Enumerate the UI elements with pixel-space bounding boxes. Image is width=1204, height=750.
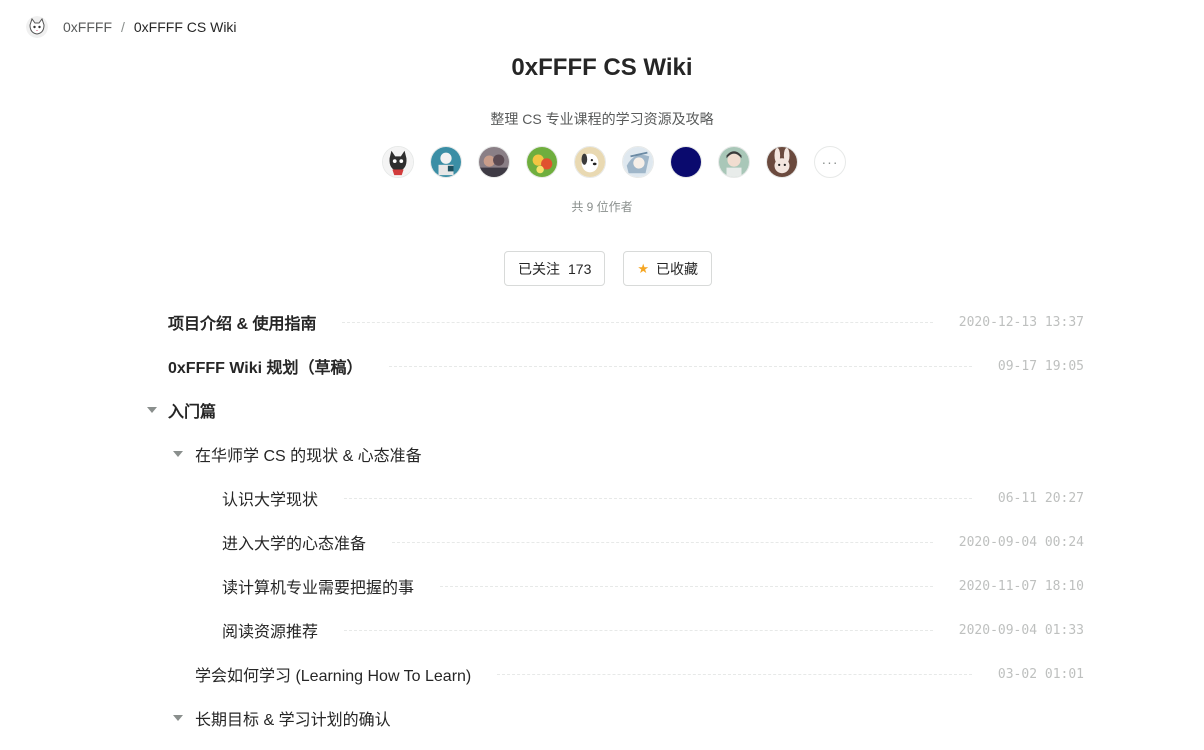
breadcrumb-separator: / (121, 19, 125, 35)
site-logo-icon[interactable] (26, 16, 48, 38)
toc-item[interactable]: 项目介绍 & 使用指南 2020-12-13 13:37 (140, 300, 1084, 344)
toc-list: 项目介绍 & 使用指南 2020-12-13 13:37 0xFFFF Wiki… (140, 300, 1084, 740)
toc-item-title: 学会如何学习 (Learning How To Learn) (195, 668, 472, 685)
toc-item-title: 读计算机专业需要把握的事 (222, 580, 415, 597)
caret-down-icon[interactable] (147, 407, 157, 413)
toc-item-date: 09-17 19:05 (997, 358, 1084, 374)
author-avatar-cat[interactable] (382, 146, 414, 178)
author-count: 共 9 位作者 (571, 200, 633, 214)
toc-group-title: 长期目标 & 学习计划的确认 (195, 712, 391, 729)
author-avatar-navy[interactable] (670, 146, 702, 178)
toc-item[interactable]: 读计算机专业需要把握的事 2020-11-07 18:10 (140, 564, 1084, 608)
toc-item-title: 0xFFFF Wiki 规划（草稿） (168, 360, 363, 377)
author-list: ··· (382, 146, 846, 178)
author-avatar-photo[interactable] (478, 146, 510, 178)
caret-down-icon[interactable] (173, 451, 183, 457)
author-avatar-dog[interactable] (574, 146, 606, 178)
toc-item[interactable]: 认识大学现状 06-11 20:27 (140, 476, 1084, 520)
toc-leader (497, 673, 972, 675)
toc-item[interactable]: 阅读资源推荐 2020-09-04 01:33 (140, 608, 1084, 652)
toc-item-date: 03-02 01:01 (997, 666, 1084, 682)
collect-label: 已收藏 (656, 260, 699, 277)
toc-item[interactable]: 0xFFFF Wiki 规划（草稿） 09-17 19:05 (140, 344, 1084, 388)
toc-leader (342, 321, 933, 323)
author-avatar-anime[interactable] (622, 146, 654, 178)
toc-group[interactable]: 在华师学 CS 的现状 & 心态准备 (140, 432, 1084, 476)
toc-group-title: 入门篇 (168, 404, 217, 421)
toc-group[interactable]: 入门篇 (140, 388, 1084, 432)
toc-group[interactable]: 长期目标 & 学习计划的确认 (140, 696, 1084, 740)
toc-leader (344, 497, 972, 499)
toc-item-title: 项目介绍 & 使用指南 (168, 316, 317, 333)
caret-down-icon[interactable] (173, 715, 183, 721)
toc-item-date: 2020-11-07 18:10 (958, 578, 1084, 594)
action-bar: 已关注 173 ★ 已收藏 (504, 251, 730, 286)
follow-button[interactable]: 已关注 173 (504, 251, 606, 286)
toc-leader (440, 585, 933, 587)
toc-item[interactable]: 学会如何学习 (Learning How To Learn) 03-02 01:… (140, 652, 1084, 696)
author-avatar-green[interactable] (718, 146, 750, 178)
page-subtitle: 整理 CS 专业课程的学习资源及攻略 (490, 111, 714, 127)
toc-leader (388, 365, 972, 367)
toc-item[interactable]: 进入大学的心态准备 2020-09-04 00:24 (140, 520, 1084, 564)
breadcrumb: 0xFFFF / 0xFFFF CS Wiki (26, 14, 237, 40)
star-icon: ★ (637, 260, 650, 276)
toc-item-title: 认识大学现状 (222, 492, 319, 509)
toc-item-title: 阅读资源推荐 (222, 624, 319, 641)
author-avatar-fruit[interactable] (526, 146, 558, 178)
toc-item-date: 2020-09-04 00:24 (958, 534, 1084, 550)
toc-leader (344, 629, 933, 631)
toc-item-date: 06-11 20:27 (997, 490, 1084, 506)
collect-button[interactable]: ★ 已收藏 (623, 251, 713, 286)
breadcrumb-home-link[interactable]: 0xFFFF (63, 19, 112, 35)
toc-item-date: 2020-09-04 01:33 (958, 622, 1084, 638)
breadcrumb-current[interactable]: 0xFFFF CS Wiki (134, 19, 237, 35)
author-avatar-teal[interactable] (430, 146, 462, 178)
toc-item-title: 进入大学的心态准备 (222, 536, 367, 553)
more-authors-button[interactable]: ··· (814, 146, 846, 178)
toc-leader (392, 541, 933, 543)
follow-label: 已关注 (518, 260, 560, 277)
page-title: 0xFFFF CS Wiki (511, 54, 693, 81)
toc-group-title: 在华师学 CS 的现状 & 心态准备 (195, 448, 422, 465)
follow-count: 173 (568, 260, 592, 277)
author-avatar-rabbit[interactable] (766, 146, 798, 178)
toc-item-date: 2020-12-13 13:37 (958, 314, 1084, 330)
